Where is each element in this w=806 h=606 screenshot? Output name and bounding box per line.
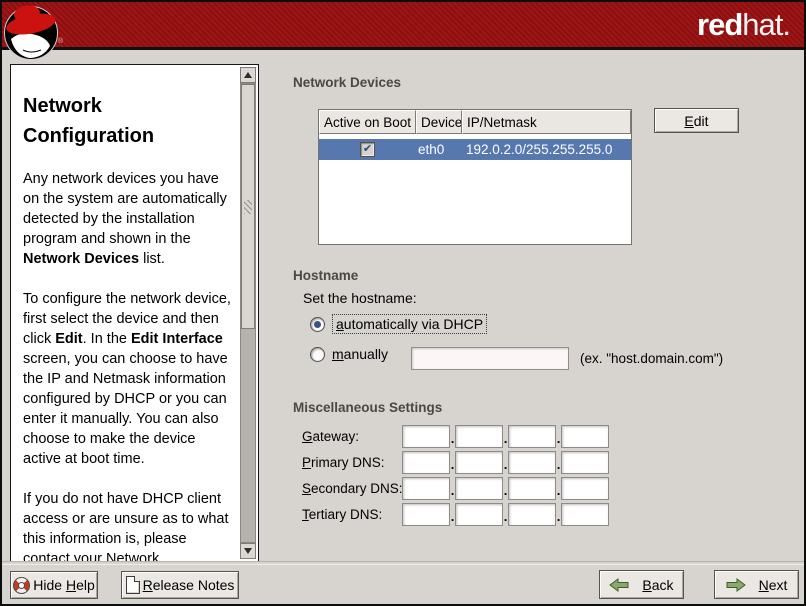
- network-devices-section-label: Network Devices: [293, 75, 401, 90]
- registered-mark: ®: [58, 38, 63, 45]
- active-on-boot-cell: ✔: [319, 142, 416, 157]
- installer-window: redhat. ® Network Configuration Any netw…: [0, 0, 806, 606]
- check-icon: ✔: [363, 144, 372, 155]
- help-content: Network Configuration Any network device…: [11, 65, 239, 561]
- header-bar: redhat.: [2, 2, 804, 50]
- hostname-auto-option: automatically via DHCP: [310, 314, 487, 334]
- primary-dns-octet-1[interactable]: [402, 451, 450, 474]
- back-arrow-icon: [609, 578, 629, 592]
- scroll-up-button[interactable]: [240, 67, 256, 83]
- gateway-row: Gateway:...: [302, 423, 609, 449]
- secondary-dns-label: Secondary DNS:: [302, 481, 402, 496]
- hide-help-button[interactable]: Hide Help: [10, 571, 98, 599]
- hostname-manual-option: manually: [310, 346, 388, 362]
- redhat-wordmark: redhat.: [697, 6, 790, 44]
- help-panel: Network Configuration Any network device…: [10, 64, 259, 562]
- ip-netmask-cell: 192.0.2.0/255.255.255.0: [462, 142, 631, 157]
- gateway-octet-2[interactable]: [455, 425, 503, 448]
- primary-dns-label: Primary DNS:: [302, 455, 402, 470]
- octet-grid: Gateway:...Primary DNS:...Secondary DNS:…: [302, 423, 609, 527]
- release-notes-button[interactable]: Release Notes: [121, 571, 239, 599]
- help-paragraph: Any network devices you have on the syst…: [23, 169, 235, 269]
- network-devices-table: Active on Boot Device IP/Netmask ✔ eth0 …: [318, 109, 632, 245]
- help-paragraph: If you do not have DHCP client access or…: [23, 489, 235, 561]
- next-button[interactable]: Next: [714, 570, 799, 599]
- tertiary-dns-octet-4[interactable]: [561, 503, 609, 526]
- table-header-row: Active on Boot Device IP/Netmask: [319, 110, 631, 134]
- hide-help-label: Hide Help: [33, 577, 95, 593]
- primary-dns-octet-4[interactable]: [561, 451, 609, 474]
- edit-button-label: Edit: [684, 113, 708, 129]
- wordmark-hat: hat: [742, 7, 782, 42]
- secondary-dns-row: Secondary DNS:...: [302, 475, 609, 501]
- hostname-section-label: Hostname: [293, 268, 358, 283]
- tertiary-dns-label: Tertiary DNS:: [302, 507, 402, 522]
- scroll-down-button[interactable]: [240, 543, 256, 559]
- scrollbar-thumb[interactable]: [241, 84, 255, 329]
- tertiary-dns-row: Tertiary DNS:...: [302, 501, 609, 527]
- column-header-active-on-boot[interactable]: Active on Boot: [319, 110, 416, 134]
- back-label: Back: [642, 577, 673, 593]
- gateway-label: Gateway:: [302, 429, 402, 444]
- help-paragraphs: Any network devices you have on the syst…: [23, 169, 235, 561]
- gateway-octet-3[interactable]: [508, 425, 556, 448]
- primary-dns-octet-2[interactable]: [455, 451, 503, 474]
- wordmark-period: .: [782, 7, 790, 42]
- redhat-shadowman-logo-icon: [3, 3, 60, 61]
- column-header-ip-netmask[interactable]: IP/Netmask: [462, 110, 631, 134]
- secondary-dns-octet-4[interactable]: [561, 477, 609, 500]
- tertiary-dns-octet-2[interactable]: [455, 503, 503, 526]
- hostname-manual-label[interactable]: manually: [332, 346, 388, 362]
- hostname-manual-input[interactable]: [411, 347, 569, 370]
- misc-settings-section-label: Miscellaneous Settings: [293, 400, 442, 415]
- table-row[interactable]: ✔ eth0 192.0.2.0/255.255.255.0: [319, 139, 631, 160]
- hostname-example-hint: (ex. "host.domain.com"): [580, 351, 723, 366]
- hostname-manual-radio[interactable]: [310, 347, 325, 362]
- secondary-dns-octet-1[interactable]: [402, 477, 450, 500]
- next-arrow-icon: [726, 578, 746, 592]
- edit-button[interactable]: Edit: [654, 108, 739, 133]
- active-on-boot-checkbox[interactable]: ✔: [360, 142, 375, 157]
- hostname-auto-radio[interactable]: [310, 317, 325, 332]
- up-arrow-icon: [244, 72, 252, 78]
- gateway-octet-4[interactable]: [561, 425, 609, 448]
- secondary-dns-octet-2[interactable]: [455, 477, 503, 500]
- next-label: Next: [759, 577, 788, 593]
- release-notes-label: Release Notes: [143, 577, 235, 593]
- help-paragraph: To configure the network device, first s…: [23, 289, 235, 469]
- tertiary-dns-octet-1[interactable]: [402, 503, 450, 526]
- help-scrollbar: [240, 67, 256, 559]
- primary-dns-octet-3[interactable]: [508, 451, 556, 474]
- gateway-octet-1[interactable]: [402, 425, 450, 448]
- set-hostname-prompt: Set the hostname:: [303, 290, 417, 306]
- device-cell: eth0: [416, 142, 462, 157]
- primary-dns-row: Primary DNS:...: [302, 449, 609, 475]
- back-button[interactable]: Back: [599, 570, 684, 599]
- footer-separator: [2, 561, 804, 565]
- help-title: Network Configuration: [23, 91, 235, 151]
- help-lifesaver-icon: [13, 577, 30, 594]
- secondary-dns-octet-3[interactable]: [508, 477, 556, 500]
- hostname-auto-label[interactable]: automatically via DHCP: [332, 314, 487, 334]
- document-icon: [126, 576, 140, 594]
- wordmark-red: red: [697, 7, 742, 42]
- scrollbar-track[interactable]: [240, 83, 256, 543]
- column-header-device[interactable]: Device: [416, 110, 462, 134]
- tertiary-dns-octet-3[interactable]: [508, 503, 556, 526]
- down-arrow-icon: [244, 548, 252, 554]
